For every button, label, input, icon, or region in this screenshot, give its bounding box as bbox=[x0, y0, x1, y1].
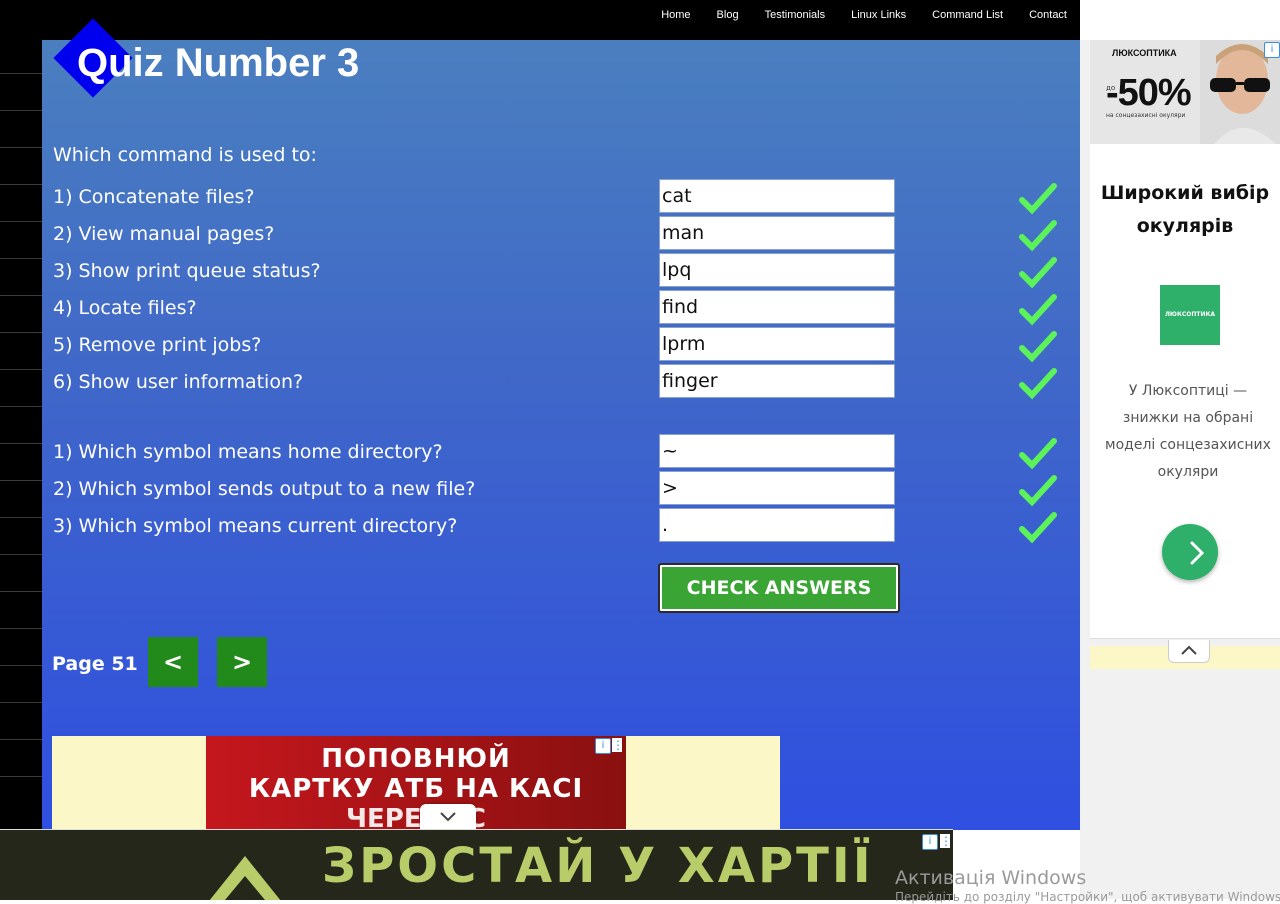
ad-line: ЧЕРЕЗ ЕС bbox=[346, 804, 486, 830]
left-margin-strip bbox=[0, 40, 42, 830]
ad-brand: ЛЮКСОПТИКА bbox=[1112, 48, 1177, 58]
collapse-anchor-ad-button[interactable] bbox=[420, 804, 476, 829]
answer-input[interactable] bbox=[659, 508, 895, 542]
strip-line bbox=[0, 295, 42, 296]
quiz-intro: Which command is used to: bbox=[53, 144, 317, 166]
strip-line bbox=[0, 665, 42, 666]
nav-testimonials[interactable]: Testimonials bbox=[765, 9, 826, 21]
strip-line bbox=[0, 776, 42, 777]
question-label: 4) Locate files? bbox=[53, 297, 197, 319]
strip-line bbox=[0, 554, 42, 555]
anchor-ad-banner[interactable]: ЗРОСТАЙ У ХАРТІЇ i ⋮ bbox=[0, 829, 953, 900]
ad-logo: ЛЮКСОПТИКА bbox=[1160, 285, 1220, 345]
nav-command-list[interactable]: Command List bbox=[932, 9, 1003, 21]
strip-line bbox=[0, 480, 42, 481]
checkmark-icon bbox=[1019, 220, 1057, 252]
right-sidebar: ЛЮКСОПТИКА до -50% на сонцезахисні окуля… bbox=[1080, 40, 1280, 899]
strip-line bbox=[0, 517, 42, 518]
strip-line bbox=[0, 739, 42, 740]
strip-line bbox=[0, 443, 42, 444]
top-nav-bar: Home Blog Testimonials Linux Links Comma… bbox=[0, 0, 1080, 40]
strip-line bbox=[0, 110, 42, 111]
strip-line bbox=[0, 221, 42, 222]
ad-line: КАРТКУ АТБ НА КАСІ bbox=[248, 774, 584, 804]
windows-activation-sub: Перейдіть до розділу "Настройки", щоб ак… bbox=[895, 890, 1280, 904]
strip-line bbox=[0, 591, 42, 592]
checkmark-icon bbox=[1019, 512, 1057, 544]
strip-line bbox=[0, 147, 42, 148]
prev-page-button[interactable]: < bbox=[148, 637, 198, 687]
answer-input[interactable] bbox=[659, 471, 895, 505]
strip-line bbox=[0, 702, 42, 703]
chevron-up-icon bbox=[1181, 645, 1197, 655]
ad-emblem-icon bbox=[209, 856, 281, 900]
ad-go-button[interactable] bbox=[1162, 524, 1218, 580]
ad-info-icon[interactable]: i bbox=[922, 834, 938, 850]
question-label: 3) Show print queue status? bbox=[53, 260, 321, 282]
quiz-panel: Quiz Number 3 Which command is used to: … bbox=[42, 18, 1080, 830]
ad-discount-sub: на сонцезахисні окуляри bbox=[1106, 112, 1186, 119]
answer-input[interactable] bbox=[659, 216, 895, 250]
answer-input[interactable] bbox=[659, 364, 895, 398]
nav-linux-links[interactable]: Linux Links bbox=[851, 9, 906, 21]
ad-heading: Широкий вибір окулярів bbox=[1100, 182, 1270, 237]
nav-home[interactable]: Home bbox=[661, 9, 690, 21]
strip-line bbox=[0, 73, 42, 74]
ad-line: ПОПОВНЮЙ bbox=[321, 744, 511, 774]
strip-line bbox=[0, 369, 42, 370]
page-title: Quiz Number 3 bbox=[77, 41, 360, 85]
anchor-ad-text: ЗРОСТАЙ У ХАРТІЇ bbox=[322, 838, 874, 894]
atb-ad-content[interactable]: ПОПОВНЮЙ КАРТКУ АТБ НА КАСІ ЧЕРЕЗ ЕС bbox=[206, 736, 626, 830]
checkmark-icon bbox=[1019, 438, 1057, 470]
ad-menu-icon[interactable]: ⋮ bbox=[940, 834, 952, 848]
nav-blog[interactable]: Blog bbox=[717, 9, 739, 21]
checkmark-icon bbox=[1019, 331, 1057, 363]
check-answers-button[interactable]: CHECK ANSWERS bbox=[658, 563, 900, 613]
answer-input[interactable] bbox=[659, 434, 895, 468]
ad-menu-icon[interactable]: ⋮ bbox=[612, 738, 624, 752]
ad-info-icon[interactable]: i bbox=[1264, 42, 1280, 58]
ad-description: У Люксоптиці — знижки на обрані моделі с… bbox=[1105, 383, 1271, 480]
checkmark-icon bbox=[1019, 294, 1057, 326]
question-label: 2) Which symbol sends output to a new fi… bbox=[53, 478, 476, 500]
strip-line bbox=[0, 332, 42, 333]
answer-input[interactable] bbox=[659, 290, 895, 324]
question-label: 1) Which symbol means home directory? bbox=[53, 441, 443, 463]
strip-line bbox=[0, 406, 42, 407]
question-label: 1) Concatenate files? bbox=[53, 186, 255, 208]
chevron-down-icon bbox=[440, 812, 456, 822]
question-label: 5) Remove print jobs? bbox=[53, 334, 262, 356]
nav-contact[interactable]: Contact bbox=[1029, 9, 1067, 21]
ad-info-icon[interactable]: i bbox=[595, 738, 611, 754]
question-label: 6) Show user information? bbox=[53, 371, 304, 393]
answer-input[interactable] bbox=[659, 253, 895, 287]
atb-ad-banner[interactable]: ПОПОВНЮЙ КАРТКУ АТБ НА КАСІ ЧЕРЕЗ ЕС i ⋮ bbox=[52, 736, 780, 830]
checkmark-icon bbox=[1019, 368, 1057, 400]
question-label: 3) Which symbol means current directory? bbox=[53, 515, 458, 537]
question-label: 2) View manual pages? bbox=[53, 223, 275, 245]
strip-line bbox=[0, 628, 42, 629]
chevron-right-icon bbox=[1190, 541, 1205, 565]
checkmark-icon bbox=[1019, 257, 1057, 289]
answer-input[interactable] bbox=[659, 179, 895, 213]
strip-line bbox=[0, 184, 42, 185]
sidebar-ad[interactable]: ЛЮКСОПТИКА до -50% на сонцезахисні окуля… bbox=[1090, 40, 1280, 639]
main-nav: Home Blog Testimonials Linux Links Comma… bbox=[635, 9, 1067, 21]
strip-line bbox=[0, 258, 42, 259]
answer-input[interactable] bbox=[659, 327, 895, 361]
next-page-button[interactable]: > bbox=[217, 637, 267, 687]
collapse-ad-button[interactable] bbox=[1168, 640, 1210, 663]
ad-banner-image[interactable]: ЛЮКСОПТИКА до -50% на сонцезахисні окуля… bbox=[1090, 40, 1280, 144]
ad-discount: -50% bbox=[1106, 72, 1192, 114]
checkmark-icon bbox=[1019, 475, 1057, 507]
checkmark-icon bbox=[1019, 183, 1057, 215]
page-number: Page 51 bbox=[52, 653, 138, 675]
windows-activation-notice: Активація Windows bbox=[895, 867, 1087, 889]
